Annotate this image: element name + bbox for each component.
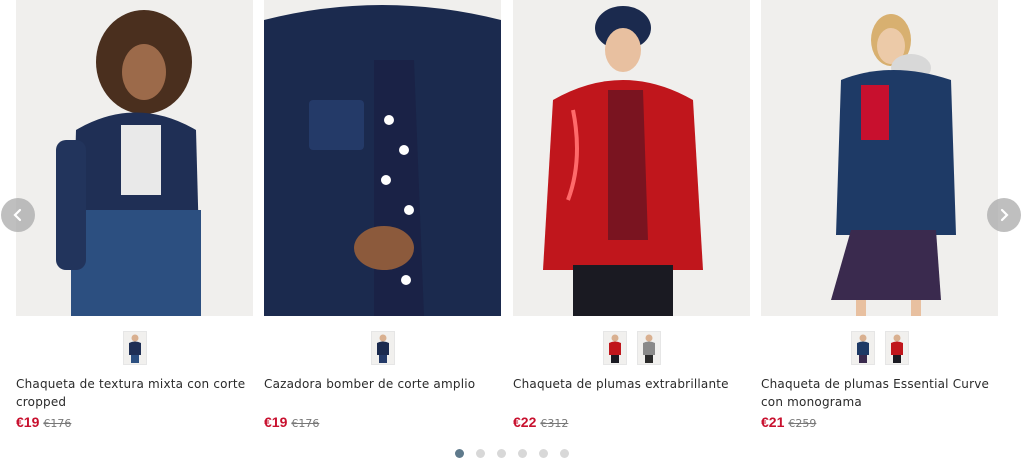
sale-price: €21 [761, 414, 785, 430]
thumbnail-list [264, 331, 501, 365]
product-image[interactable] [761, 0, 998, 316]
product-name[interactable]: Chaqueta de plumas Essential Curve con m… [761, 375, 1001, 411]
chevron-left-icon [13, 208, 22, 222]
carousel-prev-button[interactable] [1, 198, 35, 232]
pagination-dot[interactable] [560, 449, 569, 458]
sale-price: €22 [513, 414, 537, 430]
product-name[interactable]: Cazadora bomber de corte amplio [264, 375, 504, 393]
product-image[interactable] [264, 0, 501, 316]
product-thumbnail[interactable] [884, 331, 909, 365]
thumbnail-list [761, 331, 998, 365]
pagination-dot[interactable] [455, 449, 464, 458]
original-price: €176 [291, 417, 320, 430]
sale-price: €19 [16, 414, 40, 430]
product-prices: €19 €176 [16, 414, 71, 430]
product-thumbnail[interactable] [636, 331, 661, 365]
sale-price: €19 [264, 414, 288, 430]
original-price: €312 [540, 417, 569, 430]
product-prices: €19 €176 [264, 414, 319, 430]
pagination-dot[interactable] [476, 449, 485, 458]
pagination-dot[interactable] [497, 449, 506, 458]
product-name[interactable]: Chaqueta de textura mixta con corte crop… [16, 375, 256, 411]
pagination-dot[interactable] [539, 449, 548, 458]
product-image[interactable] [513, 0, 750, 316]
carousel-pagination [0, 449, 1024, 458]
product-prices: €21 €259 [761, 414, 816, 430]
product-name[interactable]: Chaqueta de plumas extrabrillante [513, 375, 753, 393]
original-price: €259 [788, 417, 817, 430]
pagination-dot[interactable] [518, 449, 527, 458]
thumbnail-list [16, 331, 253, 365]
thumbnail-list [513, 331, 750, 365]
product-prices: €22 €312 [513, 414, 568, 430]
carousel-next-button[interactable] [987, 198, 1021, 232]
product-image[interactable] [16, 0, 253, 316]
product-thumbnail[interactable] [122, 331, 147, 365]
product-carousel: Chaqueta de textura mixta con corte crop… [0, 0, 1024, 459]
original-price: €176 [43, 417, 72, 430]
chevron-right-icon [1000, 208, 1009, 222]
product-thumbnail[interactable] [370, 331, 395, 365]
product-thumbnail[interactable] [602, 331, 627, 365]
product-thumbnail[interactable] [850, 331, 875, 365]
